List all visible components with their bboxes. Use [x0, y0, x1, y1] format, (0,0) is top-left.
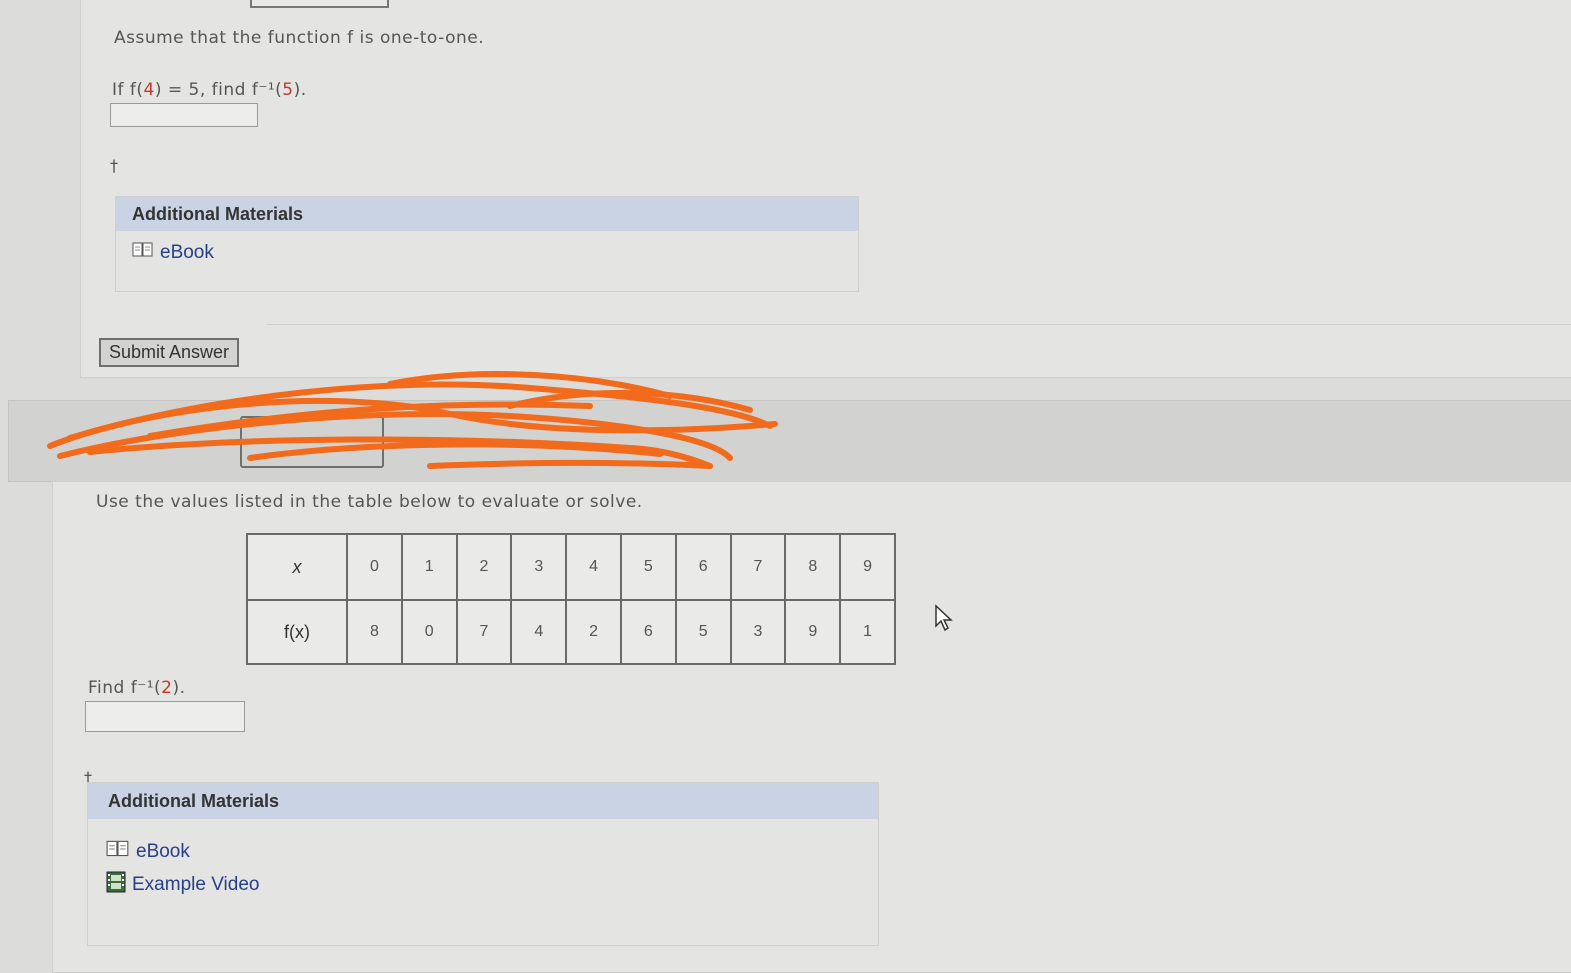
q1-ebook-label: eBook: [160, 242, 214, 263]
q1-ebook-link[interactable]: eBook: [132, 241, 858, 265]
book-icon: [132, 241, 154, 265]
q2-answer-input[interactable]: [85, 701, 245, 732]
values-table: x 0 1 2 3 4 5 6 7 8 9 f(x) 8 0 7 4 2 6 5…: [246, 533, 896, 665]
top-tab-outline: [250, 0, 389, 8]
q1-dagger: †: [110, 156, 118, 175]
q1-additional-materials: Additional Materials eBook: [115, 196, 859, 292]
table-row-fx: f(x) 8 0 7 4 2 6 5 3 9 1: [246, 599, 896, 665]
x-cell: 9: [839, 533, 896, 601]
x-cell: 7: [729, 533, 787, 601]
fx-cell: 3: [729, 599, 787, 665]
fx-cell: 8: [346, 599, 403, 665]
q2-ebook-link[interactable]: eBook: [106, 839, 878, 865]
mouse-cursor-icon: [935, 604, 953, 632]
row-fx-label: f(x): [246, 599, 348, 665]
film-icon: [106, 871, 126, 899]
q2-prompt-find: Find: [88, 678, 125, 698]
submit-area-divider: [266, 324, 1571, 325]
q2-ebook-label: eBook: [136, 841, 190, 862]
fx-cell: 6: [619, 599, 677, 665]
q2-prompt: Find f⁻¹(2).: [88, 678, 186, 698]
q1-prompt-if: If: [112, 80, 124, 100]
q1-answer-input[interactable]: [110, 103, 258, 127]
q1-am-heading-text: Additional Materials: [132, 204, 304, 224]
x-cell: 6: [674, 533, 732, 601]
q1-prompt: If f(4) = 5, find f⁻¹(5).: [112, 80, 307, 100]
q1-additional-materials-heading: Additional Materials: [116, 197, 858, 231]
q2-intro: Use the values listed in the table below…: [96, 492, 643, 512]
x-cell: 0: [346, 533, 403, 601]
q1-target: f⁻¹(5).: [251, 80, 307, 100]
q1-intro: Assume that the function f is one-to-one…: [114, 28, 485, 48]
x-cell: 5: [619, 533, 677, 601]
fx-cell: 4: [510, 599, 568, 665]
fx-cell: 5: [674, 599, 732, 665]
x-cell: 2: [455, 533, 513, 601]
question-1-panel: [80, 0, 1571, 378]
q2-target: f⁻¹(2).: [130, 678, 186, 698]
q2-example-video-label: Example Video: [132, 874, 260, 895]
fx-cell: 9: [784, 599, 842, 665]
q1-given: f(4) = 5,: [129, 80, 206, 100]
fx-cell: 0: [400, 599, 458, 665]
x-cell: 8: [784, 533, 842, 601]
q2-additional-materials-heading: Additional Materials: [88, 783, 878, 819]
fx-cell: 1: [839, 599, 896, 665]
fx-cell: 7: [455, 599, 513, 665]
x-cell: 3: [510, 533, 568, 601]
q1-prompt-find: find: [211, 80, 246, 100]
book-icon: [106, 839, 130, 865]
submit-answer-button[interactable]: Submit Answer: [99, 338, 240, 367]
q2-example-video-link[interactable]: Example Video: [106, 871, 878, 899]
table-row-x: x 0 1 2 3 4 5 6 7 8 9: [246, 533, 896, 601]
q2-am-heading-text: Additional Materials: [108, 791, 280, 811]
x-cell: 4: [565, 533, 622, 601]
fx-cell: 2: [565, 599, 622, 665]
x-cell: 1: [400, 533, 458, 601]
row-x-label: x: [246, 533, 348, 601]
redaction-scribble: [47, 371, 778, 469]
q2-additional-materials: Additional Materials eBook Example Video: [87, 782, 879, 946]
